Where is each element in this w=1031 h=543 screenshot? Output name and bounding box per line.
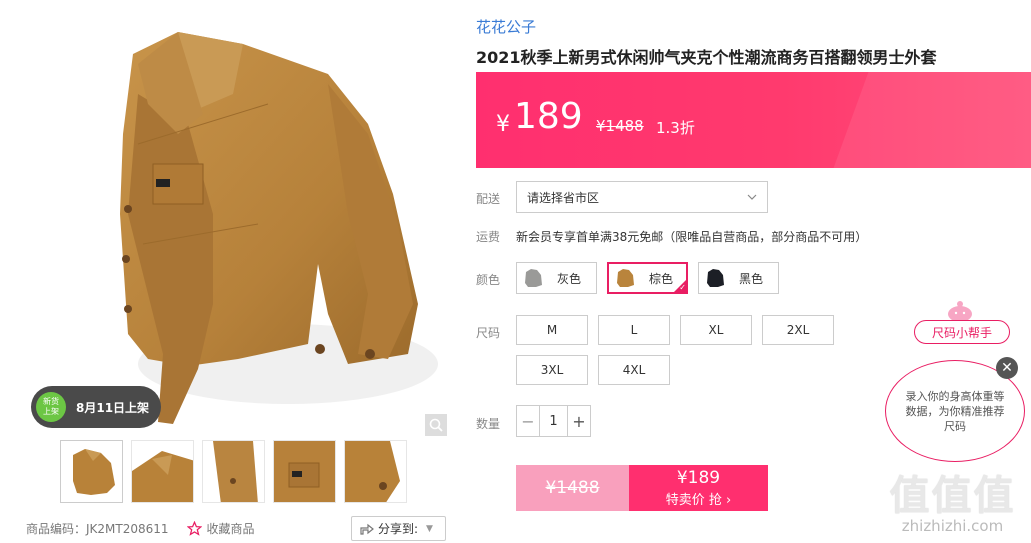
price-panel: ¥ 189 ¥1488 1.3折 bbox=[476, 72, 1031, 168]
sku-label: 商品编码：JK2MT208611 bbox=[26, 522, 169, 536]
thumbnail-3[interactable] bbox=[202, 440, 265, 503]
star-icon bbox=[186, 521, 202, 536]
thumbnail-4[interactable] bbox=[273, 440, 336, 503]
jacket-illustration bbox=[120, 32, 438, 424]
quantity-input[interactable]: 1 bbox=[539, 406, 568, 436]
favorite-label: 收藏商品 bbox=[206, 522, 255, 536]
check-icon: ✓ bbox=[679, 283, 686, 292]
size-helper-title[interactable]: 尺码小帮手 bbox=[914, 320, 1010, 344]
quantity-decrease-button[interactable]: − bbox=[517, 406, 539, 436]
price-discount: 1.3折 bbox=[656, 119, 695, 137]
size-option-m[interactable]: M bbox=[516, 315, 588, 345]
main-product-image[interactable] bbox=[28, 14, 448, 438]
price-panel-decoration bbox=[833, 72, 1031, 168]
region-select-value: 请选择省市区 bbox=[527, 190, 600, 205]
watermark: 值值值 zhizhizhi.com bbox=[880, 463, 1025, 535]
price-original: ¥1488 bbox=[596, 117, 644, 135]
color-option-label: 棕色 bbox=[649, 271, 674, 286]
badge-circle-line2: 上架 bbox=[43, 407, 59, 416]
quantity-increase-button[interactable]: + bbox=[568, 406, 590, 436]
delivery-label: 配送 bbox=[476, 192, 501, 206]
badge-circle-line1: 新货 bbox=[43, 397, 59, 406]
gray-jacket-swatch bbox=[521, 266, 545, 290]
color-option-brown[interactable]: 棕色 ✓ bbox=[607, 262, 688, 294]
region-select[interactable]: 请选择省市区 bbox=[516, 181, 768, 213]
brand-link[interactable]: 花花公子 bbox=[476, 16, 536, 37]
size-option-3xl[interactable]: 3XL bbox=[516, 355, 588, 385]
badge-date-text: 8月11日上架 bbox=[76, 400, 150, 415]
chevron-down-icon: ▼ bbox=[426, 523, 433, 534]
original-price-block: ¥1488 bbox=[516, 465, 629, 511]
thumbnail-1[interactable] bbox=[60, 440, 123, 503]
quantity-label: 数量 bbox=[476, 417, 501, 431]
price-currency: ¥ bbox=[496, 112, 510, 137]
black-jacket-swatch bbox=[703, 266, 727, 290]
color-option-label: 灰色 bbox=[557, 271, 582, 286]
close-icon[interactable]: ✕ bbox=[996, 357, 1018, 379]
product-meta-row: 商品编码：JK2MT208611 收藏商品 bbox=[26, 520, 255, 537]
brown-jacket-swatch bbox=[613, 266, 637, 290]
new-arrival-badge: 新货 上架 8月11日上架 bbox=[31, 386, 161, 428]
price-current: 189 bbox=[514, 96, 583, 137]
thumbnail-strip bbox=[60, 440, 407, 503]
color-option-label: 黑色 bbox=[739, 271, 764, 286]
share-button[interactable]: 分享到: ▼ bbox=[351, 516, 446, 541]
color-option-black[interactable]: 黑色 bbox=[698, 262, 779, 294]
mascot-icon bbox=[946, 300, 974, 322]
buy-now-price: ¥189 bbox=[676, 468, 721, 488]
size-option-xl[interactable]: XL bbox=[680, 315, 752, 345]
size-helper-text: 录入你的身高体重等数据，为你精准推荐尺码 bbox=[905, 389, 1005, 433]
share-label: 分享到: bbox=[378, 522, 419, 536]
favorite-button[interactable]: 收藏商品 bbox=[186, 520, 255, 537]
new-arrival-circle: 新货 上架 bbox=[36, 392, 66, 422]
quantity-stepper: − 1 + bbox=[516, 405, 591, 437]
watermark-logo: 值值值 bbox=[889, 473, 1016, 519]
size-option-l[interactable]: L bbox=[598, 315, 670, 345]
size-option-2xl[interactable]: 2XL bbox=[762, 315, 834, 345]
share-icon bbox=[360, 523, 374, 535]
product-title: 2021秋季上新男式休闲帅气夹克个性潮流商务百搭翻领男士外套 bbox=[476, 48, 937, 67]
zoom-icon[interactable] bbox=[425, 414, 447, 436]
buy-now-button[interactable]: ¥189 特卖价 抢 › bbox=[629, 465, 768, 511]
color-label: 颜色 bbox=[476, 273, 501, 287]
shipping-label: 运费 bbox=[476, 230, 501, 244]
thumbnail-5[interactable] bbox=[344, 440, 407, 503]
shipping-info: 新会员专享首单满38元免邮（限唯品自营商品，部分商品不可用） bbox=[516, 230, 868, 244]
chevron-down-icon bbox=[747, 194, 757, 200]
thumbnail-2[interactable] bbox=[131, 440, 194, 503]
buy-now-label: 特卖价 抢 › bbox=[665, 493, 732, 508]
size-option-4xl[interactable]: 4XL bbox=[598, 355, 670, 385]
size-label: 尺码 bbox=[476, 326, 501, 340]
color-option-gray[interactable]: 灰色 bbox=[516, 262, 597, 294]
